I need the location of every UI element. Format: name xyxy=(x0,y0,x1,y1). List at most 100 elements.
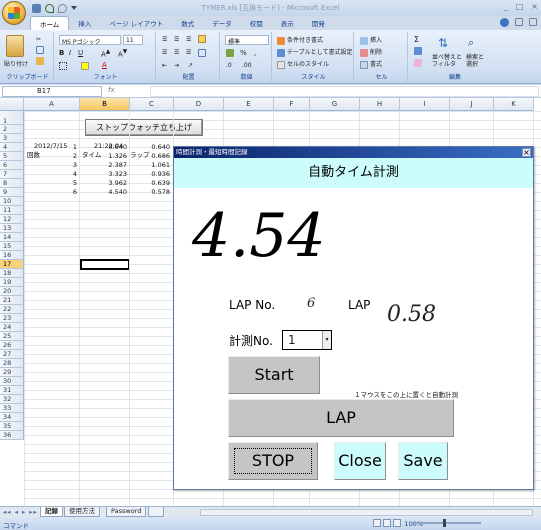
name-box[interactable]: B17 xyxy=(2,86,102,97)
currency-icon[interactable] xyxy=(226,49,236,57)
stop-button[interactable]: STOP xyxy=(228,442,318,480)
column-header-b[interactable]: B xyxy=(80,98,130,111)
normal-view-icon[interactable] xyxy=(373,519,381,527)
align-bottom-icon[interactable]: ☰ xyxy=(186,36,191,43)
maximize-button[interactable]: □ xyxy=(516,2,524,11)
font-size-select[interactable]: 11 xyxy=(123,35,143,45)
row-header-26[interactable]: 26 xyxy=(0,341,24,350)
row-header-12[interactable]: 12 xyxy=(0,215,24,224)
row-header-5[interactable]: 5 xyxy=(0,152,24,161)
close-window-button[interactable]: × xyxy=(531,2,538,11)
row-header-32[interactable]: 32 xyxy=(0,395,24,404)
row-header-8[interactable]: 8 xyxy=(0,179,24,188)
lap-cell-n[interactable]: 3 xyxy=(24,161,77,169)
row-header-3[interactable]: 3 xyxy=(0,134,24,143)
increase-decimal-icon[interactable]: .0 xyxy=(226,62,232,69)
page-layout-view-icon[interactable] xyxy=(383,519,391,527)
lap-cell-n[interactable]: 1 xyxy=(24,143,77,151)
column-header-j[interactable]: J xyxy=(450,98,494,111)
launch-stopwatch-button[interactable]: ストップウォッチ立ち上げ xyxy=(85,119,203,136)
measure-no-select[interactable]: 1 ▾ xyxy=(282,330,332,350)
lap-cell-time[interactable]: 3.323 xyxy=(80,170,127,178)
autosum-icon[interactable]: Σ xyxy=(414,35,419,44)
new-sheet-icon[interactable] xyxy=(148,507,164,517)
align-top-icon[interactable]: ☰ xyxy=(162,36,167,43)
row-header-14[interactable]: 14 xyxy=(0,233,24,242)
select-all-corner[interactable] xyxy=(0,98,24,111)
sort-filter-button[interactable]: 並べ替えと フィルタ xyxy=(432,54,462,68)
column-header-k[interactable]: K xyxy=(494,98,534,111)
clear-icon[interactable] xyxy=(414,59,424,67)
comma-button[interactable]: , xyxy=(254,49,256,57)
row-header-4[interactable]: 4 xyxy=(0,143,24,152)
lap-cell-lap[interactable]: 0.639 xyxy=(130,179,170,187)
row-header-16[interactable]: 16 xyxy=(0,251,24,260)
row-header-19[interactable]: 19 xyxy=(0,278,24,287)
lap-cell-lap[interactable]: 0.936 xyxy=(130,170,170,178)
shrink-font-button[interactable]: A▼ xyxy=(118,49,127,58)
row-header-1[interactable]: 1 xyxy=(0,111,24,125)
row-header-11[interactable]: 11 xyxy=(0,206,24,215)
tab-insert[interactable]: 挿入 xyxy=(69,16,100,30)
horizontal-scrollbar[interactable] xyxy=(200,509,533,516)
tab-data[interactable]: データ xyxy=(203,16,241,30)
align-right-icon[interactable]: ☰ xyxy=(186,49,191,56)
percent-button[interactable]: % xyxy=(240,49,247,57)
start-button[interactable]: Start xyxy=(228,356,320,394)
column-header-g[interactable]: G xyxy=(310,98,360,111)
lap-cell-time[interactable]: 1.326 xyxy=(80,152,127,160)
align-middle-icon[interactable]: ☰ xyxy=(174,36,179,43)
lap-cell-time[interactable]: 3.962 xyxy=(80,179,127,187)
delete-cells-button[interactable]: 削除 xyxy=(360,47,382,57)
cut-icon[interactable]: ✂ xyxy=(36,36,41,43)
row-header-28[interactable]: 28 xyxy=(0,359,24,368)
font-name-select[interactable]: MS Pゴシック xyxy=(59,35,121,46)
lap-cell-time[interactable]: 2.387 xyxy=(80,161,127,169)
row-header-24[interactable]: 24 xyxy=(0,323,24,332)
grow-font-button[interactable]: A▲ xyxy=(101,49,110,58)
merge-center-icon[interactable] xyxy=(198,49,208,57)
row-header-21[interactable]: 21 xyxy=(0,296,24,305)
row-header-34[interactable]: 34 xyxy=(0,413,24,422)
paste-icon[interactable] xyxy=(6,35,24,57)
tab-formulas[interactable]: 数式 xyxy=(172,16,203,30)
border-icon[interactable] xyxy=(59,62,69,70)
tab-view[interactable]: 表示 xyxy=(272,16,303,30)
column-header-c[interactable]: C xyxy=(130,98,174,111)
column-header-d[interactable]: D xyxy=(174,98,224,111)
decrease-decimal-icon[interactable]: .00 xyxy=(242,62,252,69)
row-header-13[interactable]: 13 xyxy=(0,224,24,233)
align-left-icon[interactable]: ☰ xyxy=(162,49,167,56)
fill-color-icon[interactable] xyxy=(81,62,91,70)
row-header-10[interactable]: 10 xyxy=(0,197,24,206)
find-select-icon[interactable]: ⌕ xyxy=(468,36,474,50)
active-cell-b17[interactable] xyxy=(80,259,130,270)
ribbon-minimize-icon[interactable] xyxy=(515,18,523,26)
save-button[interactable]: Save xyxy=(398,442,448,480)
function-icon[interactable]: fx xyxy=(108,86,148,97)
office-button[interactable] xyxy=(2,1,26,25)
tab-developer[interactable]: 開発 xyxy=(303,16,334,30)
row-header-23[interactable]: 23 xyxy=(0,314,24,323)
tab-home[interactable]: ホーム xyxy=(30,16,70,30)
copy-icon[interactable] xyxy=(36,46,46,54)
column-header-h[interactable]: H xyxy=(360,98,400,111)
row-header-31[interactable]: 31 xyxy=(0,386,24,395)
sheet-tab-record[interactable]: 記録 xyxy=(40,507,63,517)
row-header-20[interactable]: 20 xyxy=(0,287,24,296)
column-header-a[interactable]: A xyxy=(24,98,80,111)
lap-cell-n[interactable]: 5 xyxy=(24,179,77,187)
align-center-icon[interactable]: ☰ xyxy=(174,49,179,56)
lap-cell-time[interactable]: 4.540 xyxy=(80,188,127,196)
help-icon[interactable] xyxy=(500,18,509,27)
zoom-slider[interactable] xyxy=(411,519,481,527)
row-header-29[interactable]: 29 xyxy=(0,368,24,377)
row-header-27[interactable]: 27 xyxy=(0,350,24,359)
page-break-view-icon[interactable] xyxy=(393,519,401,527)
sheet-tab-usage[interactable]: 使用方法 xyxy=(64,507,100,517)
sheet-tab-password[interactable]: Password xyxy=(106,507,147,517)
wrap-text-icon[interactable] xyxy=(198,35,208,43)
lap-cell-lap[interactable]: 0.686 xyxy=(130,152,170,160)
bold-button[interactable]: B xyxy=(59,49,64,57)
font-color-button[interactable]: A xyxy=(102,61,107,69)
